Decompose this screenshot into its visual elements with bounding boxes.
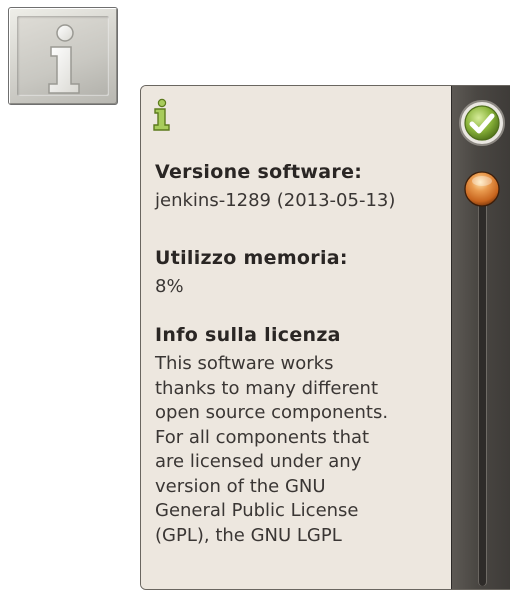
license-line: thanks to many different <box>155 377 379 399</box>
license-text: This software works thanks to many diffe… <box>155 352 447 548</box>
info-icon <box>153 98 170 131</box>
license-line: open source components. <box>155 402 389 423</box>
license-line: General Public License <box>155 500 359 521</box>
memory-usage-value: 8% <box>155 276 184 297</box>
license-line: This software works <box>155 353 334 374</box>
license-line: are licensed under any <box>155 451 362 472</box>
dialog-content: Versione software: jenkins-1289 (2013-05… <box>141 86 451 589</box>
license-line: (GPL), the GNU LGPL <box>155 524 342 546</box>
info-button[interactable] <box>8 7 118 105</box>
license-info-title: Info sulla licenza <box>155 324 341 346</box>
license-line: version of the GNU <box>155 475 326 497</box>
scroll-thumb[interactable] <box>463 170 501 208</box>
info-icon <box>48 24 80 94</box>
software-version-value: jenkins-1289 (2013-05-13) <box>155 190 396 211</box>
about-dialog: Versione software: jenkins-1289 (2013-05… <box>140 85 510 590</box>
memory-usage-title: Utilizzo memoria: <box>155 247 348 269</box>
license-line: For all components that <box>155 426 370 448</box>
scroll-track[interactable] <box>478 186 486 586</box>
scroll-panel <box>451 86 510 589</box>
software-version-title: Versione software: <box>155 161 363 183</box>
ok-button[interactable] <box>457 98 507 148</box>
